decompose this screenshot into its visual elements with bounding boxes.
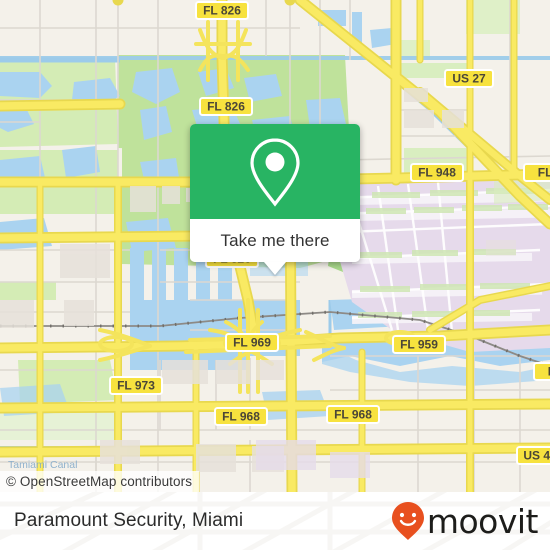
highway-shield: FL 948 <box>410 163 464 182</box>
highway-shield-label: FL 9 <box>538 166 550 180</box>
highway-shield: FL 826 <box>195 1 249 20</box>
footer-bar: Paramount Security, Miami moovit <box>0 492 550 550</box>
take-me-there-button[interactable]: Take me there <box>190 219 360 275</box>
moovit-logo[interactable]: moovit <box>391 501 539 541</box>
highway-shield-label: FL 826 <box>203 4 241 18</box>
popup-pointer <box>264 262 286 275</box>
location-popup-card[interactable]: Take me there <box>190 124 360 275</box>
highway-shield: FL 969 <box>225 333 279 352</box>
highway-shield-label: FL 948 <box>418 166 456 180</box>
highway-shield-label: FL 968 <box>222 410 260 424</box>
highway-shield-label: FL 959 <box>400 338 438 352</box>
highway-shield: FL 9 <box>533 362 550 381</box>
highway-shield: US 41 <box>516 446 550 465</box>
highway-shield-label: FL 973 <box>117 379 155 393</box>
highway-shield: FL 9 <box>523 163 550 182</box>
take-me-there-label: Take me there <box>220 230 330 250</box>
highway-shield-label: US 27 <box>452 72 486 86</box>
moovit-map-page: Tamiami Canal FL 826 FL 826 US 27 FL 948 FL … <box>0 0 550 550</box>
osm-attribution[interactable]: © OpenStreetMap contributors <box>0 471 200 492</box>
highway-shield-label: FL 969 <box>233 336 271 350</box>
popup-image-area <box>190 124 360 219</box>
moovit-wordmark: moovit <box>426 501 539 541</box>
highway-shield: FL 959 <box>392 335 446 354</box>
water-label: Tamiami Canal <box>8 459 77 471</box>
map-pin-icon <box>250 137 300 207</box>
highway-shield: US 27 <box>444 69 494 88</box>
place-title: Paramount Security, Miami <box>14 510 244 531</box>
highway-shield: FL 968 <box>214 407 268 426</box>
highway-shield: FL 973 <box>109 376 163 395</box>
highway-shield: FL 826 <box>199 97 253 116</box>
highway-shield-label: US 41 <box>523 449 550 463</box>
moovit-pin-icon <box>391 502 424 540</box>
highway-shield-label: FL 826 <box>207 100 245 114</box>
highway-shield-label: FL 968 <box>334 408 372 422</box>
highway-shield: FL 968 <box>326 405 380 424</box>
